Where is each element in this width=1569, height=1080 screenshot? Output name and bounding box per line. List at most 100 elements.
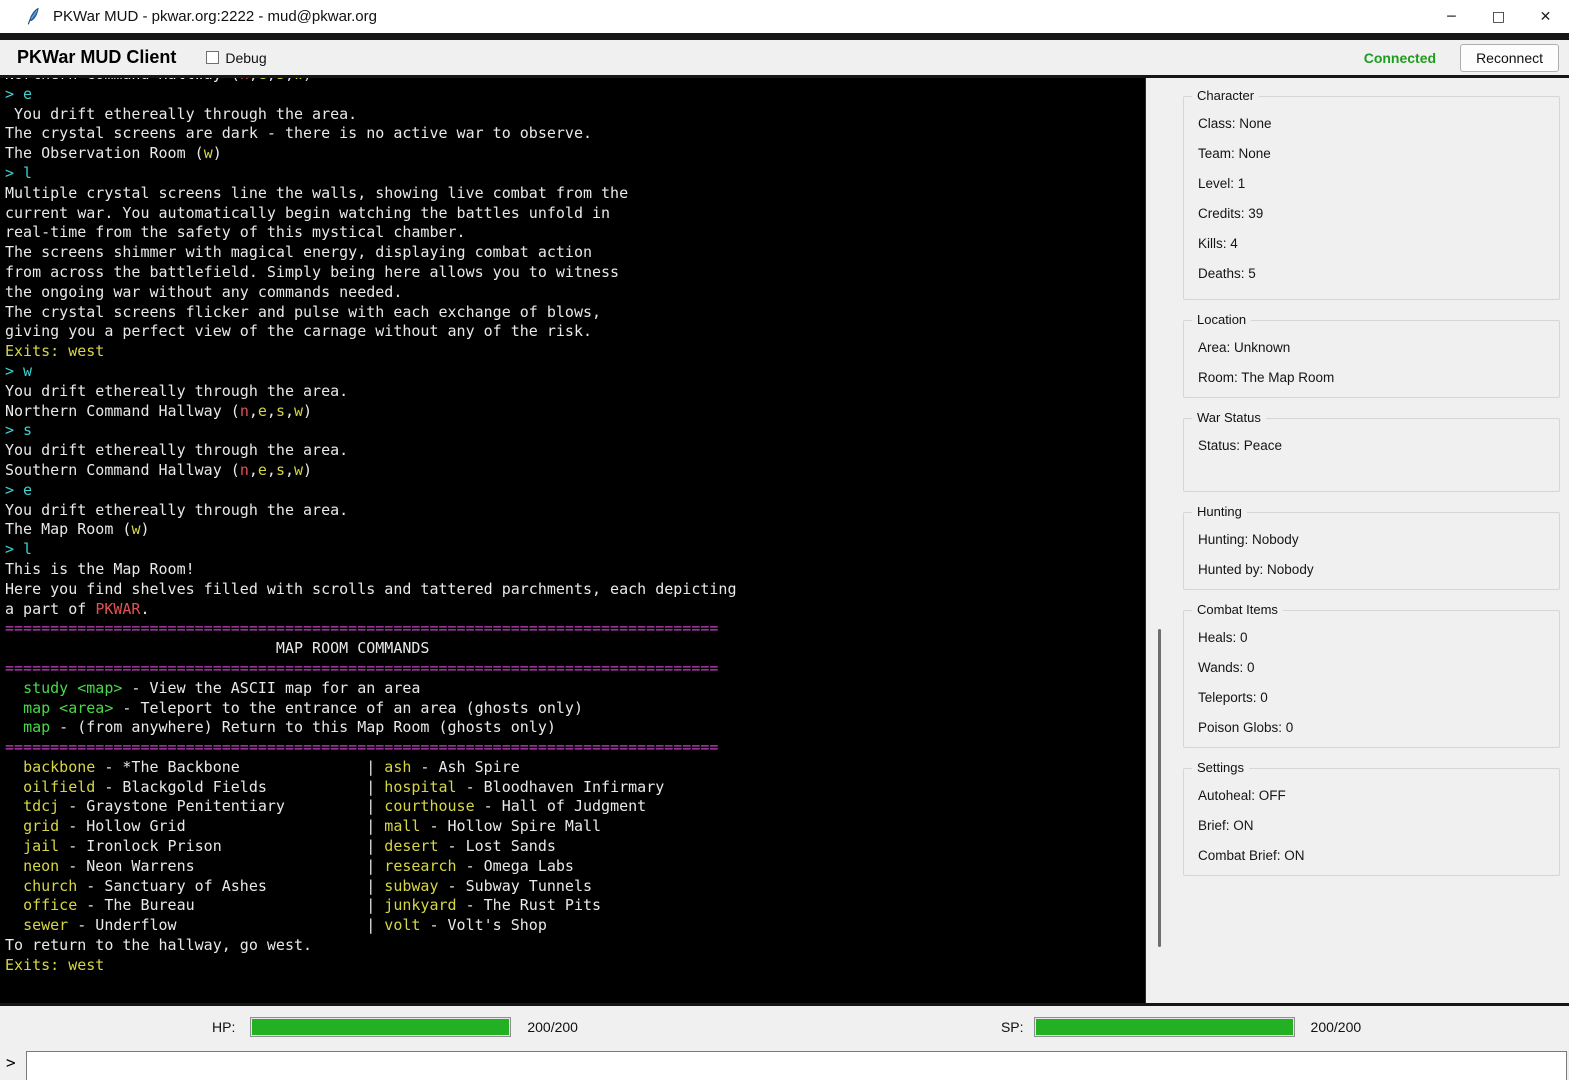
- terminal-line: > e: [5, 481, 1145, 501]
- sp-bar: [1034, 1017, 1295, 1037]
- input-row: >: [0, 1047, 1569, 1080]
- terminal-line: church - Sanctuary of Ashes | subway - S…: [5, 877, 1145, 897]
- stat-item: Combat Brief: ON: [1198, 841, 1559, 871]
- reconnect-button[interactable]: Reconnect: [1460, 44, 1559, 72]
- terminal-line: > w: [5, 362, 1145, 382]
- connection-status: Connected: [1364, 50, 1436, 66]
- stat-item: Team: None: [1198, 139, 1559, 169]
- close-icon: ✕: [1540, 10, 1552, 24]
- terminal-line: The crystal screens are dark - there is …: [5, 124, 1145, 144]
- stat-item: Hunted by: Nobody: [1198, 555, 1559, 585]
- stat-item: Autoheal: OFF: [1198, 781, 1559, 811]
- terminal-line: neon - Neon Warrens | research - Omega L…: [5, 857, 1145, 877]
- hp-value: 200/200: [527, 1019, 578, 1035]
- group-title: Settings: [1192, 760, 1249, 775]
- app-window: PKWar MUD - pkwar.org:2222 - mud@pkwar.o…: [0, 0, 1569, 1080]
- terminal-line: grid - Hollow Grid | mall - Hollow Spire…: [5, 817, 1145, 837]
- terminal-line: To return to the hallway, go west.: [5, 936, 1145, 956]
- terminal-line: tdcj - Graystone Penitentiary | courthou…: [5, 797, 1145, 817]
- debug-label: Debug: [225, 50, 266, 66]
- terminal-line: Multiple crystal screens line the walls,…: [5, 184, 1145, 204]
- stat-item: Teleports: 0: [1198, 683, 1559, 713]
- terminal-line: a part of PKWAR.: [5, 600, 1145, 620]
- terminal-line: Exits: west: [5, 956, 1145, 976]
- debug-checkbox[interactable]: [206, 51, 219, 64]
- tk-feather-icon: [27, 7, 40, 26]
- sidebar-group-hunting: HuntingHunting: NobodyHunted by: Nobody: [1183, 512, 1560, 590]
- toolbar: PKWar MUD Client Debug Connected Reconne…: [0, 40, 1569, 78]
- close-button[interactable]: ✕: [1522, 0, 1569, 33]
- terminal-line: map <area> - Teleport to the entrance of…: [5, 699, 1145, 719]
- statusbar: HP: 200/200 SP: 200/200: [0, 1003, 1569, 1047]
- terminal-line: You drift ethereally through the area.: [5, 382, 1145, 402]
- hp-bar-fill: [252, 1019, 509, 1035]
- terminal-line: study <map> - View the ASCII map for an …: [5, 679, 1145, 699]
- terminal-line: Northern Command Hallway (n,e,s,w): [5, 402, 1145, 422]
- terminal-line: real-time from the safety of this mystic…: [5, 223, 1145, 243]
- stat-item: Kills: 4: [1198, 229, 1559, 259]
- group-title: War Status: [1192, 410, 1266, 425]
- terminal-line: Exits: west: [5, 342, 1145, 362]
- maximize-button[interactable]: □: [1475, 0, 1522, 33]
- stat-item: Wands: 0: [1198, 653, 1559, 683]
- group-title: Character: [1192, 88, 1259, 103]
- minimize-icon: ─: [1447, 10, 1455, 24]
- terminal-text: Northern Command Hallway (n,e,s,w)> e Yo…: [5, 78, 1145, 976]
- terminal-scrollbar[interactable]: [1146, 78, 1172, 1003]
- command-input[interactable]: [26, 1051, 1567, 1080]
- terminal-line: The screens shimmer with magical energy,…: [5, 243, 1145, 263]
- stat-item: Level: 1: [1198, 169, 1559, 199]
- stat-item: Heals: 0: [1198, 623, 1559, 653]
- window-frame-border: [0, 33, 1569, 40]
- debug-toggle[interactable]: Debug: [206, 50, 266, 66]
- terminal-line: You drift ethereally through the area.: [5, 105, 1145, 125]
- stat-item: Deaths: 5: [1198, 259, 1559, 289]
- terminal-line: You drift ethereally through the area.: [5, 441, 1145, 461]
- group-title: Hunting: [1192, 504, 1247, 519]
- hp-bar: [250, 1017, 511, 1037]
- terminal-line: oilfield - Blackgold Fields | hospital -…: [5, 778, 1145, 798]
- sp-label: SP:: [1001, 1019, 1024, 1035]
- terminal-line: map - (from anywhere) Return to this Map…: [5, 718, 1145, 738]
- group-title: Combat Items: [1192, 602, 1283, 617]
- terminal-line: This is the Map Room!: [5, 560, 1145, 580]
- terminal-line: > e: [5, 85, 1145, 105]
- sidebar: CharacterClass: NoneTeam: NoneLevel: 1Cr…: [1172, 78, 1569, 1003]
- stat-item: Area: Unknown: [1198, 333, 1559, 363]
- sp-value: 200/200: [1311, 1019, 1362, 1035]
- terminal-line: sewer - Underflow | volt - Volt's Shop: [5, 916, 1145, 936]
- terminal-output[interactable]: Northern Command Hallway (n,e,s,w)> e Yo…: [0, 78, 1146, 1003]
- window-controls: ─ □ ✕: [1428, 0, 1569, 33]
- terminal-line: Here you find shelves filled with scroll…: [5, 580, 1145, 600]
- sidebar-group-character: CharacterClass: NoneTeam: NoneLevel: 1Cr…: [1183, 96, 1560, 300]
- terminal-line: giving you a perfect view of the carnage…: [5, 322, 1145, 342]
- stat-item: Brief: ON: [1198, 811, 1559, 841]
- terminal-line: from across the battlefield. Simply bein…: [5, 263, 1145, 283]
- terminal-line: the ongoing war without any commands nee…: [5, 283, 1145, 303]
- terminal-scrollbar-thumb[interactable]: [1158, 629, 1161, 947]
- command-prompt: >: [6, 1053, 16, 1072]
- terminal-line: Northern Command Hallway (n,e,s,w): [5, 78, 1145, 85]
- terminal-line: You drift ethereally through the area.: [5, 501, 1145, 521]
- sidebar-group-war-status: War StatusStatus: Peace: [1183, 418, 1560, 492]
- sidebar-group-location: LocationArea: UnknownRoom: The Map Room: [1183, 320, 1560, 398]
- main-area: Northern Command Hallway (n,e,s,w)> e Yo…: [0, 78, 1569, 1003]
- stat-item: Room: The Map Room: [1198, 363, 1559, 393]
- window-title: PKWar MUD - pkwar.org:2222 - mud@pkwar.o…: [53, 8, 377, 25]
- sidebar-group-combat-items: Combat ItemsHeals: 0Wands: 0Teleports: 0…: [1183, 610, 1560, 748]
- stat-item: Class: None: [1198, 109, 1559, 139]
- terminal-line: > l: [5, 540, 1145, 560]
- stat-item: Status: Peace: [1198, 431, 1559, 461]
- terminal-line: backbone - *The Backbone | ash - Ash Spi…: [5, 758, 1145, 778]
- terminal-line: MAP ROOM COMMANDS: [5, 639, 1145, 659]
- hp-label: HP:: [212, 1019, 235, 1035]
- terminal-line: ========================================…: [5, 659, 1145, 679]
- minimize-button[interactable]: ─: [1428, 0, 1475, 33]
- terminal-line: The crystal screens flicker and pulse wi…: [5, 303, 1145, 323]
- terminal-line: > l: [5, 164, 1145, 184]
- terminal-line: The Map Room (w): [5, 520, 1145, 540]
- terminal-line: ========================================…: [5, 619, 1145, 639]
- app-title: PKWar MUD Client: [17, 47, 176, 68]
- group-title: Location: [1192, 312, 1251, 327]
- titlebar: PKWar MUD - pkwar.org:2222 - mud@pkwar.o…: [0, 0, 1569, 33]
